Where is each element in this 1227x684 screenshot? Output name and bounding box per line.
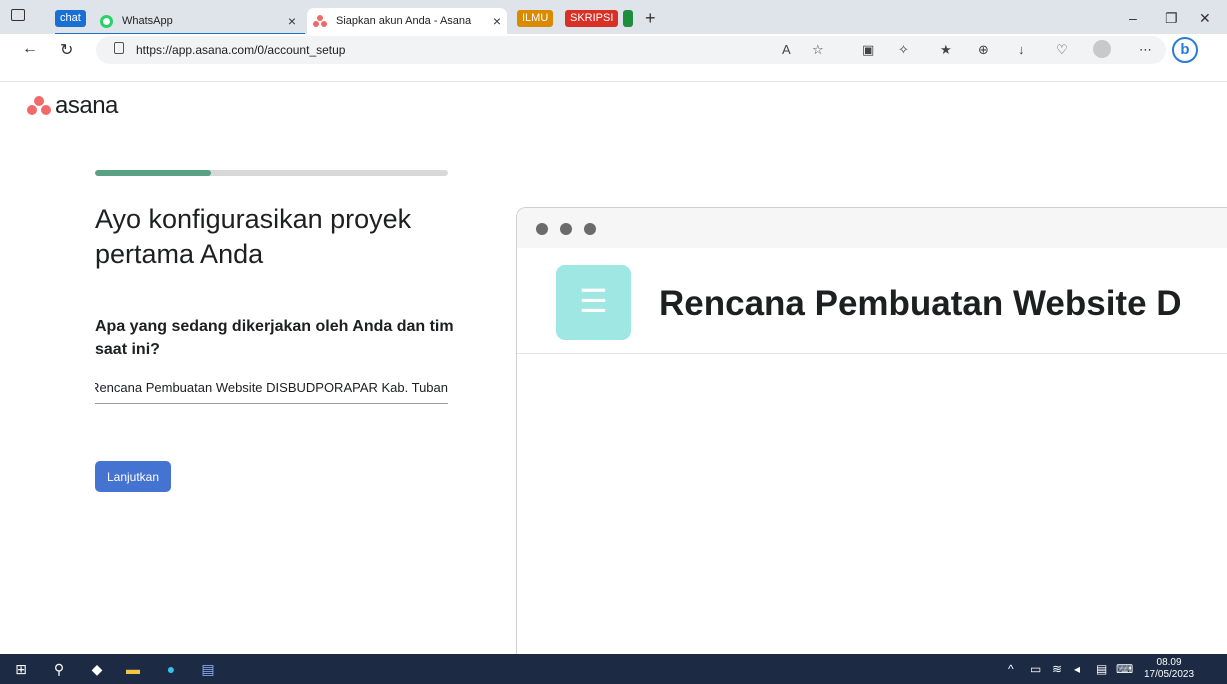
page-title: Ayo konfigurasikan proyek pertama Anda xyxy=(95,204,412,269)
preview-project-title: Rencana Pembuatan Website D xyxy=(659,284,1182,323)
preview-header: ☰ Rencana Pembuatan Website D xyxy=(517,248,1227,354)
download-icon[interactable]: ↓ xyxy=(1018,42,1025,57)
windows-start-icon[interactable]: ⊞ xyxy=(12,660,30,678)
tab-group-chat[interactable]: chat xyxy=(55,10,86,27)
browser-toolbar: ← ↻ https://app.asana.com/0/account_setu… xyxy=(0,34,1227,82)
project-name-input[interactable] xyxy=(95,372,448,404)
close-icon[interactable]: × xyxy=(282,13,302,29)
window-close-button[interactable]: ✕ xyxy=(1199,10,1211,27)
wifi-icon[interactable]: ≋ xyxy=(1052,662,1062,676)
tab-collections-icon[interactable]: ⊕ xyxy=(978,42,989,58)
bing-icon[interactable]: b xyxy=(1172,37,1198,63)
whatsapp-icon xyxy=(100,14,113,28)
tray-app-icon[interactable]: ▭ xyxy=(1030,662,1041,676)
url-text[interactable]: https://app.asana.com/0/account_setup xyxy=(136,43,345,57)
continue-button[interactable]: Lanjutkan xyxy=(95,461,171,492)
restore-button[interactable]: ❐ xyxy=(1165,10,1178,27)
back-arrow-icon[interactable]: ← xyxy=(22,40,38,58)
windows-taskbar: ⊞ ⚲ ◆ ▬ ● ▤ ^ ▭ ≋ ◂ ▤ ⌨ 08.09 17/05/2023 xyxy=(0,654,1227,684)
tab-asana[interactable]: Siapkan akun Anda - Asana × xyxy=(307,8,507,34)
system-clock[interactable]: 08.09 17/05/2023 xyxy=(1144,657,1194,681)
setup-progress-bar xyxy=(95,170,448,176)
extensions-icon[interactable]: ✧ xyxy=(898,42,909,58)
favorite-add-icon[interactable]: ☆ xyxy=(812,42,824,58)
favorites-icon[interactable]: ★ xyxy=(940,42,952,58)
file-explorer-icon[interactable]: ▬ xyxy=(124,660,142,678)
asana-logo: asana xyxy=(27,92,118,120)
collections-icon[interactable]: ▣ xyxy=(862,42,874,58)
project-preview: ☰ Rencana Pembuatan Website D xyxy=(516,207,1227,667)
edge-icon[interactable]: ● xyxy=(162,660,180,678)
notification-icon[interactable]: ▤ xyxy=(1096,662,1107,676)
word-icon[interactable]: ▤ xyxy=(199,660,217,678)
volume-icon[interactable]: ◂ xyxy=(1074,662,1080,676)
close-icon[interactable]: × xyxy=(487,13,507,29)
tab-title: WhatsApp xyxy=(122,15,173,27)
asana-logo-icon xyxy=(27,96,51,116)
refresh-icon[interactable]: ↻ xyxy=(60,40,73,60)
app-icon[interactable]: ◆ xyxy=(88,660,106,678)
tab-actions-icon[interactable] xyxy=(11,9,25,21)
page-info-icon[interactable] xyxy=(114,42,124,54)
more-options-icon[interactable]: ⋯ xyxy=(1139,42,1152,58)
tab-group-ilmu[interactable]: ILMU xyxy=(517,10,554,27)
clock-time: 08.09 xyxy=(1156,657,1182,668)
asana-icon xyxy=(313,15,327,27)
screen: chat WhatsApp × Siapkan akun Anda - Asan… xyxy=(0,0,1227,684)
minimize-button[interactable]: – xyxy=(1129,10,1137,26)
tray-chevron-icon[interactable]: ^ xyxy=(1008,662,1014,676)
keyboard-icon[interactable]: ⌨ xyxy=(1116,662,1133,676)
logo-text: asana xyxy=(55,92,118,119)
tab-whatsapp[interactable]: WhatsApp × xyxy=(94,8,302,34)
tab-title: Siapkan akun Anda - Asana xyxy=(336,15,472,27)
clock-date: 17/05/2023 xyxy=(1144,669,1195,680)
profile-avatar[interactable] xyxy=(1093,40,1111,58)
read-aloud-icon[interactable]: A xyxy=(782,42,791,57)
progress-fill xyxy=(95,170,212,176)
address-bar[interactable]: https://app.asana.com/0/account_setup xyxy=(96,36,1166,64)
question-label: Apa yang sedang dikerjakan oleh Anda dan… xyxy=(95,318,454,358)
tab-group-skripsi[interactable]: SKRIPSI xyxy=(565,10,619,27)
new-tab-button[interactable]: + xyxy=(645,8,656,29)
tab-group-collapsed[interactable] xyxy=(623,10,633,27)
list-icon: ☰ xyxy=(556,265,631,340)
browser-essentials-icon[interactable]: ♡ xyxy=(1056,42,1068,58)
preview-window-bar xyxy=(517,208,1227,248)
browser-tab-strip: chat WhatsApp × Siapkan akun Anda - Asan… xyxy=(0,0,1227,35)
search-icon[interactable]: ⚲ xyxy=(50,660,68,678)
